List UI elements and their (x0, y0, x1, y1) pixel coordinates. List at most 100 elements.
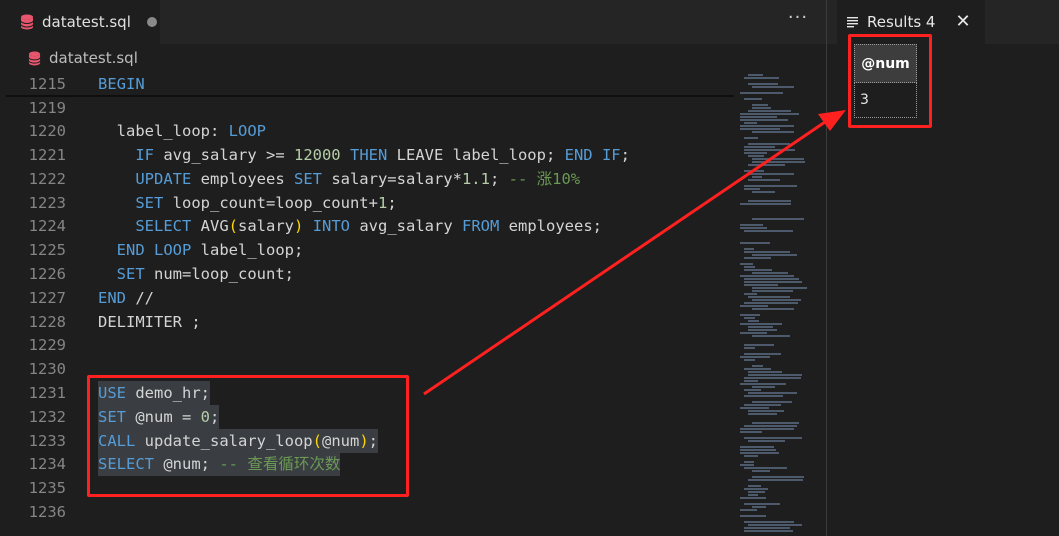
minimap-line (748, 179, 780, 181)
minimap-line (744, 248, 754, 250)
minimap-line (740, 125, 794, 127)
minimap-line (748, 371, 782, 373)
minimap-line (744, 347, 755, 349)
minimap-line (740, 203, 791, 205)
minimap-line (740, 332, 767, 334)
code-line[interactable]: 1227 END // (0, 286, 735, 310)
minimap-line (740, 323, 782, 325)
vscode-window: datatest.sql ··· datatest.sql 1215 BEGIN… (0, 0, 1059, 536)
minimap-line (748, 329, 777, 331)
minimap-line (740, 383, 786, 385)
minimap-line (740, 515, 766, 517)
minimap-line (752, 218, 804, 220)
editor-tab-bar: datatest.sql ··· (0, 0, 826, 44)
breadcrumb: datatest.sql (0, 44, 826, 72)
minimap-line (748, 485, 761, 487)
code-line[interactable]: 1229 (0, 333, 735, 357)
minimap-line (744, 188, 760, 190)
minimap-line (740, 431, 762, 433)
minimap-line (740, 242, 770, 244)
minimap-line (748, 83, 778, 85)
minimap-line (744, 284, 778, 286)
minimap-line (752, 161, 805, 163)
code-line[interactable]: 1226 SET num=loop_count; (0, 262, 735, 286)
minimap-line (748, 524, 802, 526)
minimap-line (744, 185, 797, 187)
code-line[interactable]: 1220 label_loop: LOOP (0, 119, 735, 143)
minimap-line (748, 164, 785, 166)
minimap-line (744, 77, 779, 79)
minimap-line (752, 287, 807, 289)
code-text: DELIMITER ; (98, 313, 201, 331)
minimap-line (744, 146, 775, 148)
minimap-line (752, 107, 771, 109)
minimap-line (748, 155, 764, 157)
line-number: 1230 (28, 360, 66, 378)
code-line[interactable]: 1228 DELIMITER ; (0, 310, 735, 334)
minimap-line (744, 257, 771, 259)
line-number: 1226 (28, 265, 66, 283)
minimap-line (744, 317, 755, 319)
minimap-line (744, 395, 783, 397)
code-line[interactable]: 1222 UPDATE employees SET salary=salary*… (0, 167, 735, 191)
minimap-line (740, 263, 753, 265)
minimap-line (748, 440, 785, 442)
code-line[interactable]: 1225 END LOOP label_loop; (0, 238, 735, 262)
minimap-line (748, 110, 791, 112)
minimap-line (740, 113, 799, 115)
editor-pane: datatest.sql ··· datatest.sql 1215 BEGIN… (0, 0, 826, 536)
minimap-line (748, 320, 759, 322)
code-line[interactable]: 1224 SELECT AVG(salary) INTO avg_salary … (0, 214, 735, 238)
minimap-line (744, 251, 790, 253)
minimap-line (752, 476, 804, 478)
minimap-line (752, 506, 766, 508)
minimap-line (740, 116, 777, 118)
minimap-line (744, 269, 772, 271)
code-text: END // (98, 289, 154, 307)
minimap-line (744, 230, 793, 232)
code-line[interactable]: 1223 SET loop_count=loop_count+1; (0, 191, 735, 215)
minimap-line (752, 365, 763, 367)
minimap-line (744, 266, 755, 268)
minimap-line (752, 131, 794, 133)
breadcrumb-file[interactable]: datatest.sql (49, 49, 138, 67)
minimap-line (752, 104, 768, 106)
minimap-line (744, 461, 754, 463)
minimap-line (744, 521, 794, 523)
code-text: END LOOP label_loop; (116, 241, 304, 259)
line-number: 1222 (28, 170, 66, 188)
sticky-scroll-divider (6, 95, 734, 97)
close-icon[interactable]: ✕ (955, 13, 970, 31)
code-line[interactable]: 1236 (0, 500, 735, 524)
code-text: IF avg_salary >= 12000 THEN LEAVE label_… (135, 146, 630, 164)
line-number: 1234 (28, 455, 66, 473)
minimap-line (744, 137, 758, 139)
minimap-line (744, 377, 801, 379)
minimap-line (748, 392, 797, 394)
line-number: 1232 (28, 408, 66, 426)
more-actions-button[interactable]: ··· (786, 9, 810, 31)
minimap-line (752, 191, 775, 193)
minimap-line (744, 122, 757, 124)
code-line[interactable]: 1215 BEGIN (0, 72, 735, 96)
code-line[interactable]: 1219 (0, 96, 735, 120)
highlight-box-code (87, 375, 409, 497)
minimap-line (748, 173, 794, 175)
line-number: 1235 (28, 479, 66, 497)
minimap-line (744, 149, 795, 151)
code-line[interactable]: 1221 IF avg_salary >= 12000 THEN LEAVE l… (0, 143, 735, 167)
tab-datatest-sql[interactable]: datatest.sql (0, 0, 160, 44)
minimap-line (752, 470, 770, 472)
minimap-line (752, 290, 793, 292)
minimap-line (740, 449, 776, 451)
line-number: 1220 (28, 122, 66, 140)
line-number: 1224 (28, 217, 66, 235)
unsaved-dot-icon[interactable] (146, 17, 157, 27)
minimap-line (748, 491, 765, 493)
minimap-line (744, 425, 797, 427)
minimap-line (748, 410, 784, 412)
tab-label: datatest.sql (42, 13, 131, 31)
minimap[interactable] (735, 72, 815, 536)
minimap-line (752, 272, 788, 274)
minimap-line (752, 422, 799, 424)
